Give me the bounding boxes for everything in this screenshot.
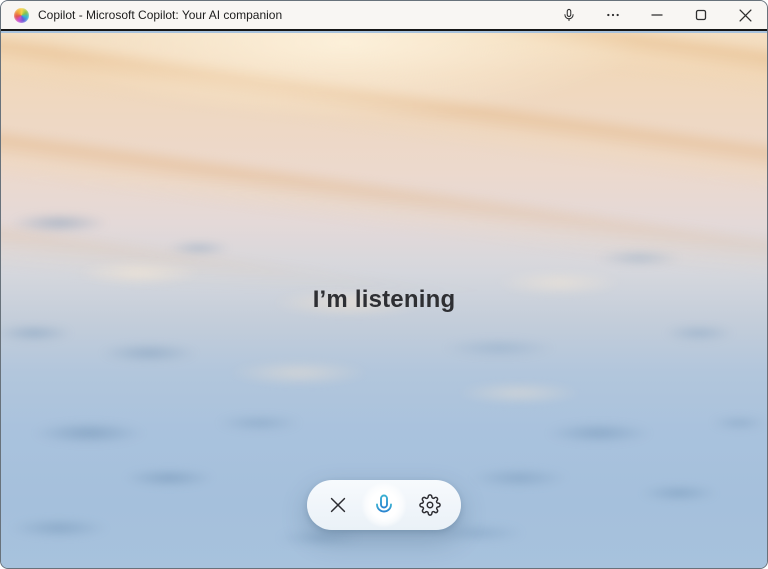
minimize-button[interactable] bbox=[635, 1, 679, 29]
maximize-icon bbox=[695, 9, 707, 21]
close-icon bbox=[738, 8, 752, 22]
voice-settings-button[interactable] bbox=[415, 490, 445, 520]
x-icon bbox=[327, 494, 349, 516]
dismiss-voice-button[interactable] bbox=[323, 490, 353, 520]
copilot-window: Copilot - Microsoft Copilot: Your AI com… bbox=[0, 0, 768, 569]
minimize-icon bbox=[651, 9, 663, 21]
mic-icon bbox=[372, 493, 396, 517]
mic-icon bbox=[562, 8, 576, 22]
copilot-logo-icon bbox=[14, 7, 29, 23]
window-title: Copilot - Microsoft Copilot: Your AI com… bbox=[38, 8, 283, 22]
ellipsis-icon bbox=[605, 7, 621, 23]
gear-icon bbox=[419, 494, 441, 516]
listening-status-text: I’m listening bbox=[312, 285, 456, 313]
maximize-button[interactable] bbox=[679, 1, 723, 29]
microphone-button[interactable] bbox=[361, 482, 407, 528]
titlebar-mic-button[interactable] bbox=[547, 1, 591, 29]
close-window-button[interactable] bbox=[723, 1, 767, 29]
voice-mode-canvas: I’m listening bbox=[1, 33, 767, 568]
more-options-button[interactable] bbox=[591, 1, 635, 29]
titlebar: Copilot - Microsoft Copilot: Your AI com… bbox=[1, 1, 767, 31]
voice-control-pill bbox=[307, 480, 461, 530]
